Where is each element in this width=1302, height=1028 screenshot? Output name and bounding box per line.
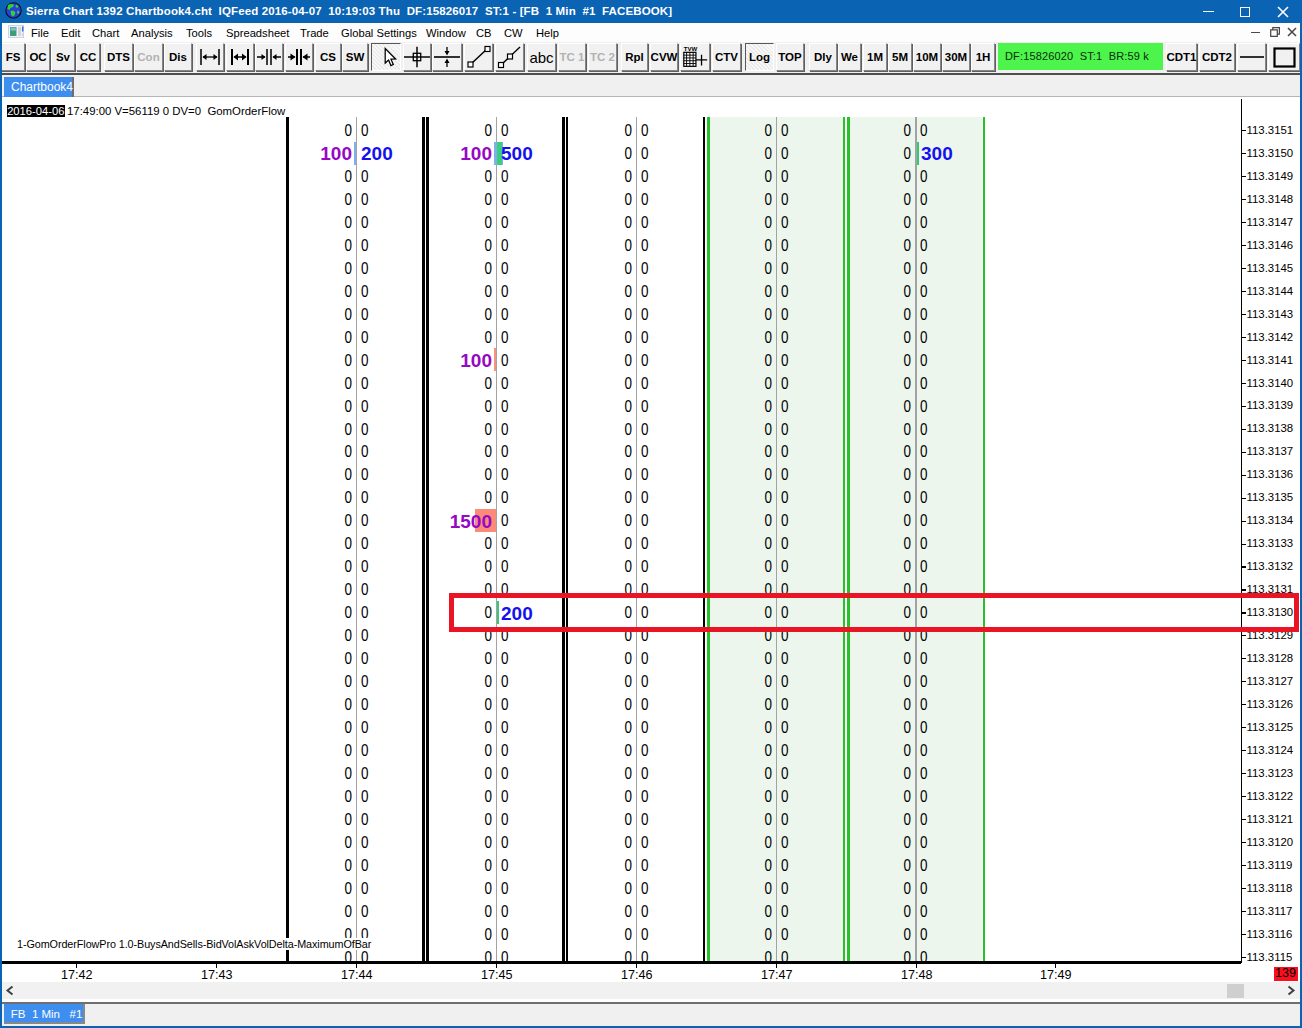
svg-text:TVW: TVW [684, 46, 698, 52]
